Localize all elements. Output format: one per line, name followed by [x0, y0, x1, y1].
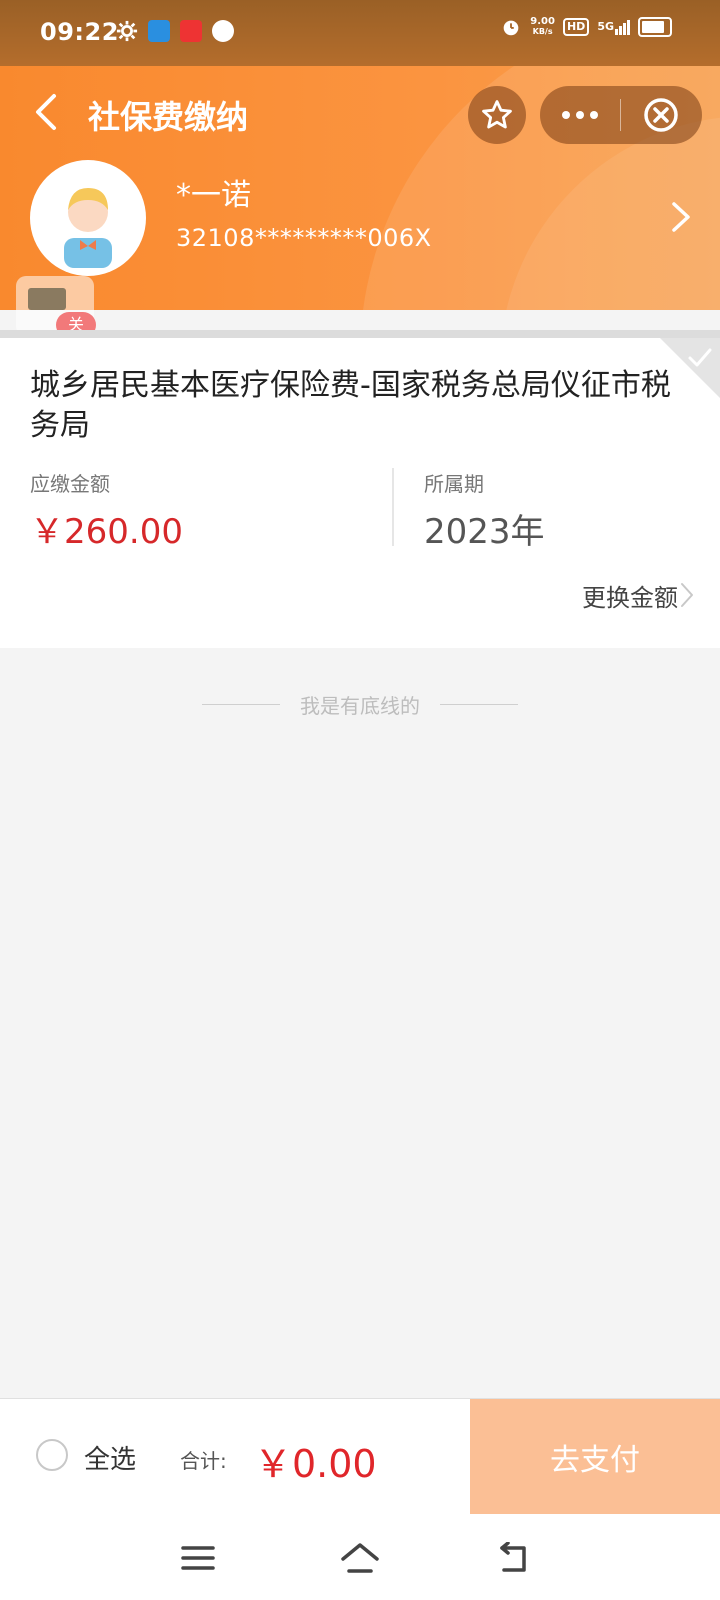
due-amount: ￥260.00	[30, 512, 183, 552]
total-amount: ￥0.00	[254, 1442, 377, 1486]
net-speed-value: 9.00	[530, 16, 555, 27]
network-type: 5G	[597, 19, 614, 33]
chevron-right-icon	[672, 202, 690, 232]
end-of-list-indicator: 我是有底线的	[0, 690, 720, 719]
net-speed: 9.00 KB/s	[530, 17, 555, 37]
user-avatar-icon	[64, 188, 112, 268]
change-amount-link[interactable]: 更换金额	[582, 578, 678, 613]
settings-icon	[116, 20, 138, 42]
status-bar: 09:22 9.00 KB/s HD 5G	[0, 0, 720, 66]
payment-item-card[interactable]: 城乡居民基本医疗保险费-国家税务总局仪征市税务局 应缴金额 ￥260.00 所属…	[0, 338, 720, 648]
battery-icon	[638, 17, 672, 37]
item-title: 城乡居民基本医疗保险费-国家税务总局仪征市税务局	[30, 368, 671, 443]
more-icon	[562, 111, 598, 119]
more-button[interactable]	[540, 86, 620, 144]
status-notification-icons	[116, 20, 234, 42]
miniprogram-capsule	[540, 86, 702, 144]
chevron-right-icon	[681, 583, 693, 607]
status-time: 09:22	[40, 18, 119, 46]
divider-line	[202, 704, 280, 705]
app-notification-icon-2	[212, 20, 234, 42]
status-right-indicators: 9.00 KB/s HD 5G	[500, 16, 672, 38]
hd-badge: HD	[562, 18, 590, 36]
user-name: *一诺	[176, 178, 251, 213]
back-nav-button[interactable]	[490, 1536, 534, 1580]
home-button[interactable]	[338, 1536, 382, 1580]
checkout-bar: 全选 合计: ￥0.00 去支付	[0, 1398, 720, 1515]
period-value: 2023年	[424, 512, 545, 552]
total-label: 合计:	[180, 1449, 227, 1473]
home-icon	[341, 1543, 379, 1573]
period-label: 所属期	[424, 472, 484, 496]
video-app-icon	[180, 20, 202, 42]
card-divider	[392, 468, 394, 546]
page-header: 社保费缴纳 *一诺 32108*********006X	[0, 66, 720, 310]
net-speed-unit: KB/s	[532, 27, 553, 36]
close-circle-icon	[644, 98, 678, 132]
floating-widget-thumbnail	[28, 288, 66, 310]
menu-icon	[181, 1546, 215, 1570]
page-title: 社保费缴纳	[88, 98, 249, 136]
pay-button[interactable]: 去支付	[470, 1399, 720, 1515]
signal-indicator: 5G	[597, 19, 630, 35]
back-nav-icon	[500, 1542, 526, 1572]
system-navigation-bar	[0, 1514, 720, 1600]
favorite-button[interactable]	[468, 86, 526, 144]
menu-button[interactable]	[176, 1536, 220, 1580]
due-amount-label: 应缴金额	[30, 472, 110, 496]
alarm-icon	[503, 20, 519, 36]
select-all-radio[interactable]	[36, 1439, 68, 1471]
avatar[interactable]	[30, 160, 146, 276]
end-of-list-text: 我是有底线的	[300, 694, 420, 718]
section-divider	[0, 330, 720, 338]
select-all-label[interactable]: 全选	[84, 1439, 136, 1476]
user-id-number: 32108*********006X	[176, 224, 432, 252]
divider-line	[440, 704, 518, 705]
back-button[interactable]	[28, 92, 68, 132]
app-notification-icon	[148, 20, 170, 42]
back-icon	[36, 94, 56, 130]
profile-chevron-button[interactable]	[668, 200, 694, 234]
check-icon	[688, 348, 712, 367]
star-icon	[482, 100, 512, 129]
close-button[interactable]	[621, 86, 701, 144]
